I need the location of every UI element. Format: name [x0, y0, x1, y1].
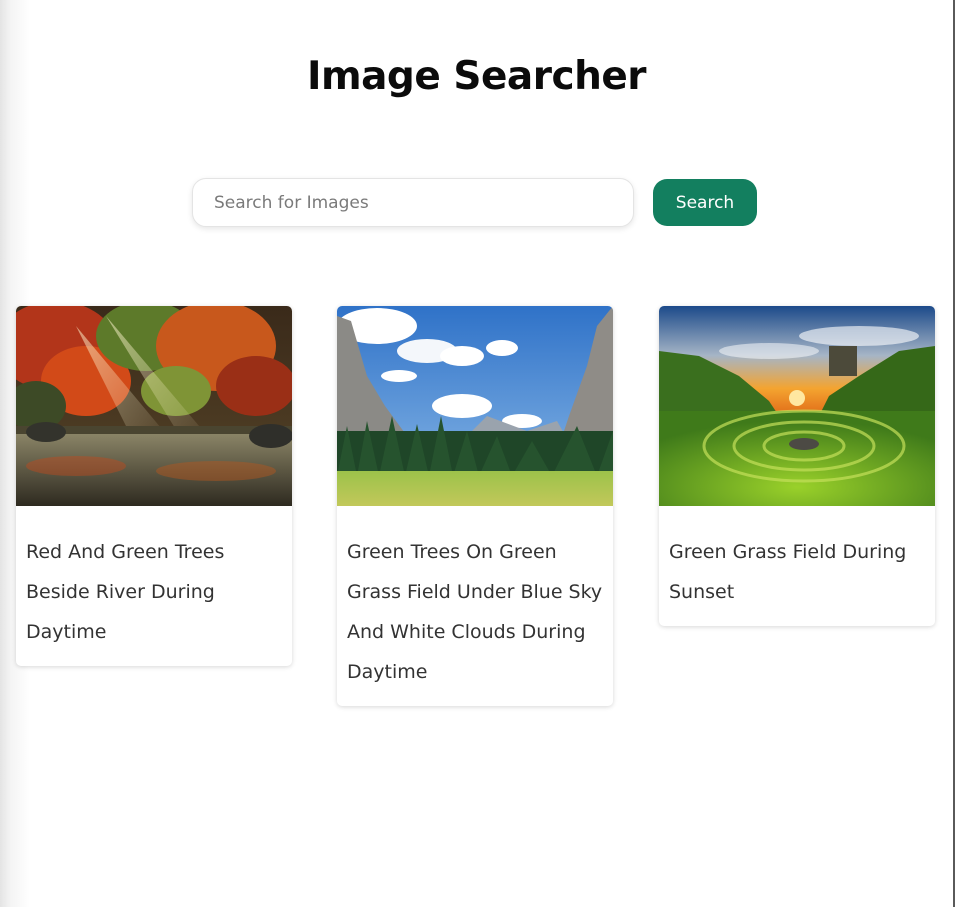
image-caption: Green Grass Field During Sunset	[669, 541, 907, 603]
page-title: Image Searcher	[306, 54, 647, 99]
image-card[interactable]: Green Trees On Green Grass Field Under B…	[337, 306, 613, 706]
image-card[interactable]: Red And Green Trees Beside River During …	[16, 306, 292, 666]
result-image-autumn-river[interactable]	[16, 306, 292, 506]
image-caption: Green Trees On Green Grass Field Under B…	[347, 541, 603, 683]
result-image-grass-sunset[interactable]	[659, 306, 935, 506]
search-input[interactable]	[192, 178, 634, 227]
result-image-mountain-meadow[interactable]	[337, 306, 613, 506]
search-button[interactable]: Search	[653, 179, 757, 226]
image-card[interactable]: Green Grass Field During Sunset	[659, 306, 935, 626]
image-caption: Red And Green Trees Beside River During …	[26, 541, 225, 643]
